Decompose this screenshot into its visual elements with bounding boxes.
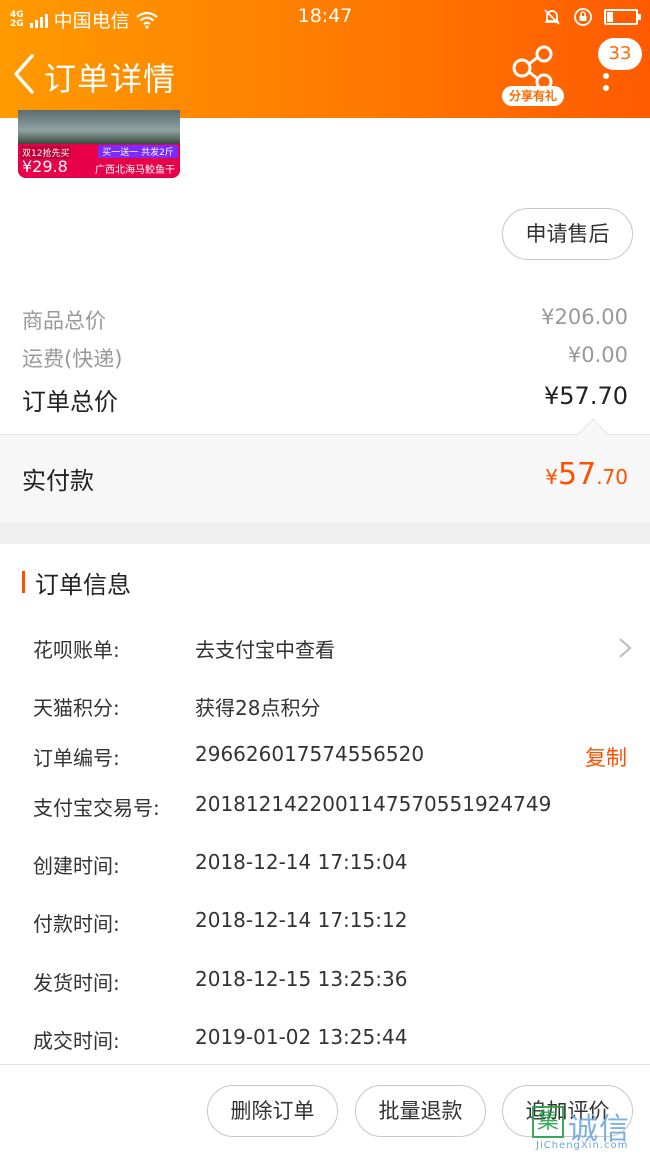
offer-tag: 买一送一 共发2斤 <box>98 145 178 158</box>
chevron-left-icon <box>14 54 34 94</box>
info-label: 付款时间: <box>33 912 120 936</box>
site-watermark: 集 诚信 JiChengXin.com <box>532 1100 650 1155</box>
section-divider <box>0 522 650 544</box>
paid-time-row: 付款时间: 2018-12-14 17:15:12 <box>33 908 633 938</box>
order-total-row: 订单总价 ¥57.70 <box>22 382 628 417</box>
header: 4G 2G 中国电信 18:47 订单详情 分享有礼 33 <box>0 0 650 118</box>
huabei-bill-row[interactable]: 花呗账单: 去支付宝中查看 <box>33 634 633 664</box>
shipping-value: ¥0.00 <box>567 343 628 367</box>
info-label: 成交时间: <box>33 1029 120 1053</box>
order-number-row: 订单编号: 296626017574556520 复制 <box>33 742 633 772</box>
info-label: 支付宝交易号: <box>33 796 160 820</box>
info-label: 创建时间: <box>33 854 120 878</box>
order-info-header: 订单信息 <box>22 566 131 599</box>
shipped-time-row: 发货时间: 2018-12-15 13:25:36 <box>33 967 633 997</box>
currency-symbol: ¥ <box>545 465 558 489</box>
paid-amount: ¥57.70 <box>545 457 628 492</box>
order-total-value: ¥57.70 <box>544 382 628 410</box>
battery-icon <box>604 9 641 25</box>
pointer-notch <box>577 418 609 450</box>
product-thumbnail[interactable]: 双12抢先买 ¥29.8 买一送一 共发2斤 广西北海马鲛鱼干 <box>18 110 180 178</box>
info-label: 花呗账单: <box>33 638 120 662</box>
copy-button[interactable]: 复制 <box>585 742 627 772</box>
info-value: 296626017574556520 <box>195 742 425 766</box>
info-value: 2019-01-02 13:25:44 <box>195 1025 408 1049</box>
share-label: 分享有礼 <box>502 86 564 106</box>
status-right <box>542 6 641 28</box>
page-title: 订单详情 <box>44 60 177 98</box>
product-price: ¥29.8 <box>22 157 68 176</box>
alipay-trade-row: 支付宝交易号: 2018121422001147570551924749 <box>33 792 633 822</box>
watermark-url: JiChengXin.com <box>536 1140 629 1151</box>
info-value: 去支付宝中查看 <box>195 638 335 662</box>
goods-total-label: 商品总价 <box>22 309 106 333</box>
after-sale-button[interactable]: 申请售后 <box>502 208 633 260</box>
status-bar: 4G 2G 中国电信 18:47 <box>0 0 650 34</box>
share-icon <box>512 45 553 91</box>
order-detail-screen: 4G 2G 中国电信 18:47 订单详情 分享有礼 33 双12抢先买 ¥29… <box>0 0 650 1155</box>
batch-refund-button[interactable]: 批量退款 <box>355 1085 486 1137</box>
paid-label: 实付款 <box>22 467 94 495</box>
product-image <box>18 110 180 144</box>
completed-time-row: 成交时间: 2019-01-02 13:25:44 <box>33 1025 633 1055</box>
paid-decimal: .70 <box>596 465 628 489</box>
watermark-logo: 集 <box>532 1106 564 1138</box>
info-label: 天猫积分: <box>33 696 120 720</box>
order-info-title: 订单信息 <box>35 570 131 599</box>
more-menu-button[interactable]: 33 <box>596 38 646 98</box>
info-value: 2018-12-14 17:15:12 <box>195 908 408 932</box>
order-total-label: 订单总价 <box>22 388 118 416</box>
info-value: 2018-12-15 13:25:36 <box>195 967 408 991</box>
paid-section: 实付款 ¥57.70 <box>0 418 650 522</box>
shipping-row: 运费(快递) ¥0.00 <box>22 343 628 373</box>
section-accent-bar <box>22 571 25 593</box>
info-label: 订单编号: <box>33 746 120 770</box>
created-time-row: 创建时间: 2018-12-14 17:15:04 <box>33 850 633 880</box>
info-value: 获得28点积分 <box>195 696 321 720</box>
goods-total-value: ¥206.00 <box>541 305 628 329</box>
back-button[interactable] <box>8 52 40 96</box>
tmall-points-row: 天猫积分: 获得28点积分 <box>33 692 633 722</box>
paid-integer: 57 <box>558 457 597 492</box>
more-dot-icon <box>603 73 609 79</box>
shipping-label: 运费(快递) <box>22 347 123 371</box>
message-count-badge: 33 <box>598 38 642 70</box>
delete-order-button[interactable]: 删除订单 <box>207 1085 338 1137</box>
mute-bell-icon <box>544 9 560 25</box>
info-value: 2018-12-14 17:15:04 <box>195 850 408 874</box>
info-value: 2018121422001147570551924749 <box>195 792 552 816</box>
more-dot-icon <box>603 85 609 91</box>
product-name: 广西北海马鲛鱼干 <box>95 165 175 176</box>
share-button[interactable]: 分享有礼 <box>500 44 566 108</box>
goods-total-row: 商品总价 ¥206.00 <box>22 305 628 335</box>
chevron-right-icon <box>619 638 632 658</box>
rotation-lock-icon <box>574 8 592 26</box>
info-label: 发货时间: <box>33 971 120 995</box>
